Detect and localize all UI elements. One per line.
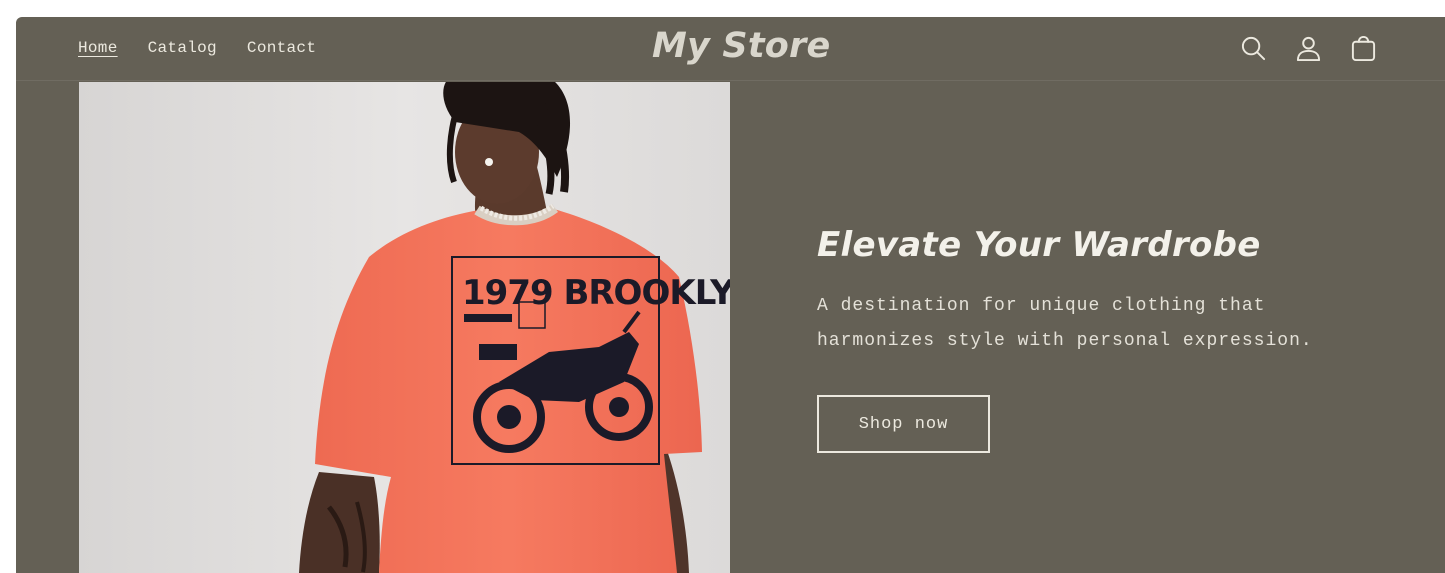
cart-icon[interactable]: [1350, 35, 1377, 62]
main-nav: Home Catalog Contact: [78, 39, 316, 57]
hero-title: Elevate Your Wardrobe: [817, 225, 1261, 265]
hero-text: Elevate Your Wardrobe A destination for …: [817, 225, 1377, 453]
hero-description: A destination for unique clothing that h…: [817, 296, 1313, 351]
nav-link-catalog[interactable]: Catalog: [148, 39, 217, 57]
page-frame: Home Catalog Contact My Store 1979 BROOK…: [16, 17, 1445, 573]
shop-now-button[interactable]: Shop now: [817, 395, 990, 453]
svg-text:1979 BROOKLYN: 1979 BROOKLYN: [462, 273, 730, 313]
hero-image: 1979 BROOKLYN: [79, 82, 730, 573]
store-logo[interactable]: My Store: [652, 26, 830, 66]
site-header: Home Catalog Contact My Store: [16, 17, 1445, 81]
hero-photo-illustration: 1979 BROOKLYN: [79, 82, 730, 573]
search-icon[interactable]: [1240, 35, 1267, 62]
header-icons: [1240, 35, 1377, 62]
nav-link-contact[interactable]: Contact: [247, 39, 316, 57]
account-icon[interactable]: [1295, 35, 1322, 62]
nav-link-home[interactable]: Home: [78, 39, 118, 57]
